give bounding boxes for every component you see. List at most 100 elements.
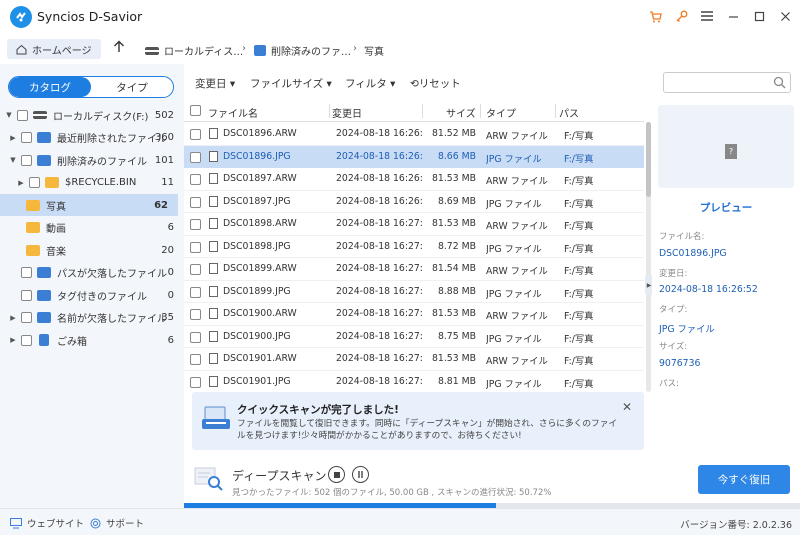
tree-item-label: パスが欠落したファイル	[57, 269, 167, 280]
table-scrollbar[interactable]	[646, 122, 651, 392]
row-checkbox[interactable]	[190, 196, 201, 208]
column-header-type[interactable]: タイプ	[486, 105, 516, 120]
cell-size: 81.54 MB	[432, 263, 476, 274]
table-row[interactable]: DSC01897.JPG 2024-08-18 16:26:54 8.69 MB JP…	[184, 191, 644, 213]
checkbox[interactable]	[29, 177, 40, 188]
checkbox[interactable]	[21, 267, 32, 278]
stop-button[interactable]	[328, 466, 345, 483]
checkbox[interactable]	[21, 312, 32, 323]
date-filter-dropdown[interactable]: 変更日 ▾	[195, 76, 235, 91]
preview-button[interactable]: プレビュー	[658, 195, 794, 219]
select-all-checkbox[interactable]	[190, 105, 201, 116]
table-row[interactable]: DSC01897.ARW 2024-08-18 16:26:54 81.53 MB A…	[184, 168, 644, 191]
expand-down-icon[interactable]: ▼	[8, 156, 18, 164]
stop-icon	[333, 471, 340, 478]
file-table: ファイル名 変更日 サイズ タイプ パス DSC01896.ARW 2024-08…	[184, 100, 644, 390]
cart-icon[interactable]	[648, 8, 662, 24]
column-header-date[interactable]: 変更日	[332, 105, 362, 120]
expand-right-icon[interactable]: ▶	[8, 134, 18, 142]
close-icon[interactable]: ✕	[622, 400, 632, 414]
tree-item-missing-name[interactable]: ▶ 名前が欠落したファイル 35	[8, 307, 184, 329]
home-button[interactable]: ホームページ	[7, 39, 101, 59]
checkbox[interactable]	[21, 132, 32, 143]
column-header-path[interactable]: パス	[559, 105, 579, 120]
breadcrumb-photos[interactable]: 写真	[364, 43, 384, 58]
recover-now-button[interactable]: 今すぐ復旧	[698, 465, 790, 494]
table-row[interactable]: DSC01899.ARW 2024-08-18 16:27:06 81.54 MB A…	[184, 258, 644, 281]
search-icon[interactable]	[773, 76, 786, 93]
row-checkbox[interactable]	[190, 174, 201, 185]
minimize-icon[interactable]	[726, 8, 740, 24]
row-checkbox[interactable]	[190, 331, 201, 343]
menu-icon[interactable]	[700, 8, 714, 24]
pause-button[interactable]	[352, 466, 369, 483]
row-checkbox[interactable]	[190, 286, 201, 298]
tab-type[interactable]: タイプ	[91, 77, 173, 97]
tree-item-missing-path[interactable]: パスが欠落したファイル 0	[18, 262, 184, 284]
tree-item-trash[interactable]: ▶ ごみ箱 6	[8, 329, 184, 351]
row-checkbox[interactable]	[190, 219, 201, 230]
tree-item-local-disk[interactable]: ▼ ローカルディスク(F:) 502	[4, 104, 184, 126]
preview-panel: ? プレビュー ファイル名: DSC01896.JPG 変更日: 2024-08…	[652, 100, 800, 455]
up-arrow-icon[interactable]	[113, 40, 125, 57]
scan-title: ディープスキャン	[232, 469, 327, 483]
tree-item-photos[interactable]: 写真 62	[0, 194, 178, 216]
tab-catalog[interactable]: カタログ	[9, 77, 91, 97]
tree-item-tagged[interactable]: タグ付きのファイル 0	[18, 284, 184, 306]
size-filter-dropdown[interactable]: ファイルサイズ ▾	[250, 76, 332, 91]
cell-size: 8.69 MB	[437, 195, 476, 207]
checkbox[interactable]	[21, 154, 32, 166]
expand-right-icon[interactable]: ▶	[8, 336, 18, 344]
table-row[interactable]: DSC01896.JPG 2024-08-18 16:26:… 8.66 MB JPG…	[184, 145, 644, 168]
preview-size-label: サイズ:	[659, 342, 688, 352]
search-input[interactable]	[663, 72, 791, 93]
website-link[interactable]: ウェブサイト	[10, 516, 84, 530]
table-row[interactable]: DSC01896.ARW 2024-08-18 16:26:52 81.52 MB A…	[184, 123, 644, 146]
row-checkbox[interactable]	[190, 264, 201, 275]
expand-right-icon[interactable]: ▶	[8, 314, 18, 322]
table-row[interactable]: DSC01898.ARW 2024-08-18 16:27:04 81.53 MB A…	[184, 213, 644, 236]
table-row[interactable]: DSC01900.JPG 2024-08-18 16:27:08 8.75 MB JP…	[184, 326, 644, 348]
row-checkbox[interactable]	[190, 129, 201, 140]
column-header-size[interactable]: サイズ	[446, 105, 476, 120]
checkbox[interactable]	[21, 289, 32, 301]
breadcrumb-deleted[interactable]: 削除済みのファ…	[254, 43, 351, 58]
tree-item-recycle-bin-folder[interactable]: ▶ $RECYCLE.BIN 11	[16, 172, 184, 194]
scrollbar-thumb[interactable]	[646, 122, 651, 197]
expand-right-icon[interactable]: ▶	[16, 179, 26, 187]
filter-dropdown[interactable]: フィルタ ▾	[345, 76, 395, 91]
file-icon	[209, 195, 218, 207]
drive-icon	[145, 46, 159, 55]
version-label: バージョン番号: 2.0.2.36	[680, 520, 792, 531]
file-icon	[209, 150, 218, 162]
tree-item-label: 動画	[46, 224, 66, 235]
table-row[interactable]: DSC01900.ARW 2024-08-18 16:27:08 81.53 MB A…	[184, 303, 644, 326]
cell-name: DSC01896.JPG	[223, 150, 291, 162]
table-row[interactable]: DSC01899.JPG 2024-08-18 16:27:06 8.88 MB JP…	[184, 281, 644, 303]
support-link[interactable]: サポート	[90, 516, 144, 530]
table-row[interactable]: DSC01898.JPG 2024-08-18 16:27:04 8.72 MB JP…	[184, 236, 644, 258]
tree-item-videos[interactable]: 動画 6	[26, 217, 184, 239]
expand-down-icon[interactable]: ▼	[4, 111, 14, 119]
row-checkbox[interactable]	[190, 354, 201, 365]
checkbox[interactable]	[21, 334, 32, 346]
reset-button[interactable]: ⟲リセット	[410, 76, 461, 91]
row-checkbox[interactable]	[190, 376, 201, 388]
maximize-icon[interactable]	[752, 8, 766, 24]
column-header-name[interactable]: ファイル名	[208, 105, 258, 120]
checkbox[interactable]	[17, 109, 28, 121]
breadcrumb-drive[interactable]: ローカルディス…	[145, 43, 243, 58]
tree-item-recently-deleted[interactable]: ▶ 最近削除されたファイル 360	[8, 127, 184, 149]
row-checkbox[interactable]	[190, 151, 201, 163]
row-checkbox[interactable]	[190, 241, 201, 253]
cell-type: ARW ファイル	[486, 356, 548, 367]
key-icon[interactable]	[674, 8, 688, 24]
close-icon[interactable]	[778, 8, 792, 24]
tree-item-deleted-files[interactable]: ▼ 削除済みのファイル 101	[8, 149, 184, 171]
tree-item-music[interactable]: 音楽 20	[26, 239, 184, 261]
row-checkbox[interactable]	[190, 309, 201, 320]
breadcrumb-drive-label: ローカルディス…	[164, 47, 244, 58]
tree-item-count: 0	[167, 267, 174, 278]
table-row[interactable]: DSC01901.JPG 2024-08-18 16:27:10 8.81 MB JP…	[184, 371, 644, 391]
table-row[interactable]: DSC01901.ARW 2024-08-18 16:27:10 81.53 MB A…	[184, 348, 644, 371]
